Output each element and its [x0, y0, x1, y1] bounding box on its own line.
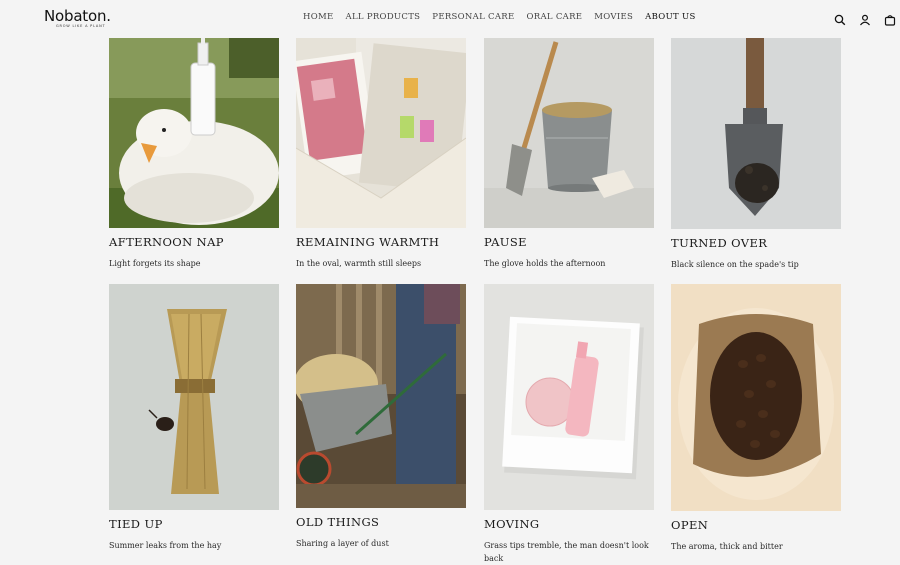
main-nav: HOME ALL PRODUCTS PERSONAL CARE ORAL CAR…	[303, 12, 696, 22]
card-title: TURNED OVER	[671, 236, 768, 250]
card-title: MOVING	[484, 517, 540, 531]
card-title: PAUSE	[484, 235, 527, 249]
card-turned-over[interactable]: TURNED OVER Black silence on the spade's…	[671, 38, 841, 271]
card-image-envelope[interactable]	[296, 38, 466, 228]
card-afternoon-nap[interactable]: AFTERNOON NAP Light forgets its shape	[109, 38, 279, 270]
card-title: OLD THINGS	[296, 515, 380, 529]
card-image-polaroid[interactable]	[484, 284, 654, 510]
card-caption: Light forgets its shape	[109, 259, 201, 268]
card-tied-up[interactable]: TIED UP Summer leaks from the hay	[109, 284, 279, 552]
brand-logo[interactable]: Nobaton. GROW LIKE A PLANT	[44, 7, 124, 28]
nav-personal-care[interactable]: PERSONAL CARE	[432, 12, 514, 22]
nav-home[interactable]: HOME	[303, 12, 334, 22]
card-moving[interactable]: MOVING Grass tips tremble, the man doesn…	[484, 284, 654, 565]
nav-oral-care[interactable]: ORAL CARE	[526, 12, 582, 22]
card-title: AFTERNOON NAP	[109, 235, 224, 249]
nav-movies[interactable]: MOVIES	[594, 12, 633, 22]
card-image-spade[interactable]	[671, 38, 841, 229]
site-header: Nobaton. GROW LIKE A PLANT HOME ALL PROD…	[0, 0, 900, 36]
cart-icon[interactable]	[884, 11, 896, 26]
card-caption: The aroma, thick and bitter	[671, 542, 783, 551]
card-image-wheelbarrow[interactable]	[296, 284, 466, 508]
card-caption: Black silence on the spade's tip	[671, 260, 799, 269]
card-open[interactable]: OPEN The aroma, thick and bitter	[671, 284, 841, 553]
card-old-things[interactable]: OLD THINGS Sharing a layer of dust	[296, 284, 466, 550]
brand-tagline: GROW LIKE A PLANT	[56, 24, 106, 28]
brand-name: Nobaton.	[44, 7, 111, 25]
card-image-hay[interactable]	[109, 284, 279, 510]
card-pause[interactable]: PAUSE The glove holds the afternoon	[484, 38, 654, 270]
card-remaining-warmth[interactable]: REMAINING WARMTH In the oval, warmth sti…	[296, 38, 466, 270]
card-title: TIED UP	[109, 517, 163, 531]
card-caption: Grass tips tremble, the man doesn't look…	[484, 541, 649, 563]
nav-about-us[interactable]: ABOUT US	[645, 12, 695, 22]
card-image-bucket[interactable]	[484, 38, 654, 228]
card-title: REMAINING WARMTH	[296, 235, 440, 249]
card-caption: In the oval, warmth still sleeps	[296, 259, 422, 268]
search-icon[interactable]	[834, 11, 846, 26]
header-icons	[834, 11, 896, 26]
card-caption: Sharing a layer of dust	[296, 539, 389, 548]
card-image-coffee-sack[interactable]	[671, 284, 841, 511]
card-caption: Summer leaks from the hay	[109, 541, 222, 550]
card-title: OPEN	[671, 518, 709, 532]
nav-all-products[interactable]: ALL PRODUCTS	[346, 12, 421, 22]
card-image-duck[interactable]	[109, 38, 279, 228]
card-caption: The glove holds the afternoon	[484, 259, 606, 268]
account-icon[interactable]	[859, 11, 871, 26]
